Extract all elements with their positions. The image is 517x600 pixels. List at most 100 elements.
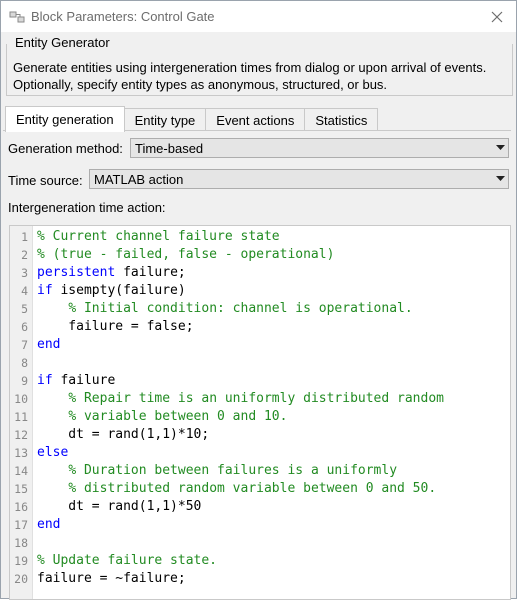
simulink-block-icon — [9, 9, 25, 25]
code-comment: % (true - failed, false - operational) — [37, 247, 335, 262]
line-number: 8 — [21, 356, 28, 370]
code-line[interactable]: 9 if failure — [10, 372, 510, 390]
code-line[interactable]: 16 dt = rand(1,1)*50 — [10, 498, 510, 516]
code-keyword: if — [37, 373, 53, 388]
code-text: persistent failure; — [28, 264, 186, 282]
code-content[interactable]: 1 % Current channel failure state 2 % (true… — [10, 228, 510, 588]
line-number: 1 — [21, 230, 28, 244]
tab-entity-generation[interactable]: Entity generation — [5, 106, 125, 132]
group-title: Entity Generator — [13, 35, 112, 50]
code-line[interactable]: 12 dt = rand(1,1)*10; — [10, 426, 510, 444]
code-text: % Current channel failure state — [28, 228, 280, 246]
code-line[interactable]: 10 % Repair time is an uniformly distrib… — [10, 390, 510, 408]
code-token: failure; — [115, 265, 186, 280]
title-bar[interactable]: Block Parameters: Control Gate — [1, 1, 516, 32]
code-keyword: end — [37, 517, 61, 532]
line-number: 11 — [14, 410, 28, 424]
dropdown-arrow-icon — [492, 145, 508, 151]
code-line[interactable]: 6 failure = false; — [10, 318, 510, 336]
code-line[interactable]: 3 persistent failure; — [10, 264, 510, 282]
line-number: 13 — [14, 446, 28, 460]
code-line[interactable]: 15 % distributed random variable between… — [10, 480, 510, 498]
code-comment: % Update failure state. — [37, 553, 218, 568]
code-token: dt = rand(1,1)*50 — [37, 499, 202, 514]
code-text: % variable between 0 and 10. — [28, 408, 287, 426]
code-line[interactable]: 19 % Update failure state. — [10, 552, 510, 570]
code-line[interactable]: 11 % variable between 0 and 10. — [10, 408, 510, 426]
line-number: 6 — [21, 320, 28, 334]
code-text: % (true - failed, false - operational) — [28, 246, 334, 264]
code-editor[interactable]: 1 % Current channel failure state 2 % (true… — [9, 225, 511, 600]
code-comment: % distributed random variable between 0 … — [68, 481, 437, 496]
code-text: else — [28, 444, 68, 462]
line-number: 12 — [14, 428, 28, 442]
code-line[interactable]: 4 if isempty(failure) — [10, 282, 510, 300]
code-token: failure — [52, 373, 116, 388]
code-token: failure = false; — [37, 319, 194, 334]
intergeneration-time-label: Intergeneration time action: — [8, 200, 166, 215]
code-line[interactable]: 7 end — [10, 336, 510, 354]
code-text: % Duration between failures is a uniform… — [28, 462, 397, 480]
entity-generation-panel: Generation method: Time-based Time sourc… — [3, 130, 511, 600]
code-line[interactable]: 2 % (true - failed, false - operational) — [10, 246, 510, 264]
code-line[interactable]: 14 % Duration between failures is a unif… — [10, 462, 510, 480]
code-line[interactable]: 1 % Current channel failure state — [10, 228, 510, 246]
line-number: 7 — [21, 338, 28, 352]
line-number: 14 — [14, 464, 28, 478]
generation-method-row: Generation method: — [3, 138, 123, 158]
code-comment: % Duration between failures is a uniform… — [68, 463, 398, 478]
code-line[interactable]: 13 else — [10, 444, 510, 462]
line-number: 15 — [14, 482, 28, 496]
generation-method-select[interactable]: Time-based — [130, 138, 509, 158]
time-source-select[interactable]: MATLAB action — [89, 169, 509, 189]
line-number: 4 — [21, 284, 28, 298]
line-number: 19 — [14, 554, 28, 568]
code-line[interactable]: 5 % Initial condition: channel is operat… — [10, 300, 510, 318]
generation-method-value: Time-based — [135, 140, 204, 156]
code-line[interactable]: 18 — [10, 534, 510, 552]
tab-bar: Entity generation Entity type Event acti… — [5, 106, 379, 132]
block-parameters-dialog: Block Parameters: Control Gate Entity Ge… — [0, 0, 517, 600]
code-text: dt = rand(1,1)*10; — [28, 426, 209, 444]
code-text: failure = ~failure; — [28, 570, 186, 588]
code-text: % Initial condition: channel is operatio… — [28, 300, 413, 318]
group-description: Generate entities using intergeneration … — [13, 60, 487, 92]
tab-event-actions[interactable]: Event actions — [206, 108, 306, 131]
code-keyword: end — [37, 337, 61, 352]
code-keyword: if — [37, 283, 53, 298]
line-number: 9 — [21, 374, 28, 388]
code-token: isempty(failure) — [52, 283, 186, 298]
time-source-row: Time source: — [3, 170, 83, 190]
code-text: end — [28, 336, 60, 354]
code-text: % Repair time is an uniformly distribute… — [28, 390, 444, 408]
dropdown-arrow-icon — [492, 176, 508, 182]
code-line[interactable]: 20 failure = ~failure; — [10, 570, 510, 588]
time-source-value: MATLAB action — [94, 171, 184, 187]
code-keyword: else — [37, 445, 69, 460]
code-comment: % variable between 0 and 10. — [68, 409, 288, 424]
line-number: 3 — [21, 266, 28, 280]
code-text: dt = rand(1,1)*50 — [28, 498, 201, 516]
tab-statistics[interactable]: Statistics — [305, 108, 379, 131]
code-text: % distributed random variable between 0 … — [28, 480, 436, 498]
code-text: end — [28, 516, 60, 534]
entity-generator-group: Entity Generator Generate entities using… — [4, 32, 513, 96]
code-text: failure = false; — [28, 318, 194, 336]
generation-method-label: Generation method: — [8, 140, 123, 156]
code-line[interactable]: 17 end — [10, 516, 510, 534]
line-number: 20 — [14, 572, 28, 586]
code-text: % Update failure state. — [28, 552, 217, 570]
close-button[interactable] — [488, 8, 506, 26]
line-number: 18 — [14, 536, 28, 550]
tab-entity-type[interactable]: Entity type — [124, 108, 207, 131]
code-line[interactable]: 8 — [10, 354, 510, 372]
code-comment: % Initial condition: channel is operatio… — [68, 301, 413, 316]
line-number: 17 — [14, 518, 28, 532]
